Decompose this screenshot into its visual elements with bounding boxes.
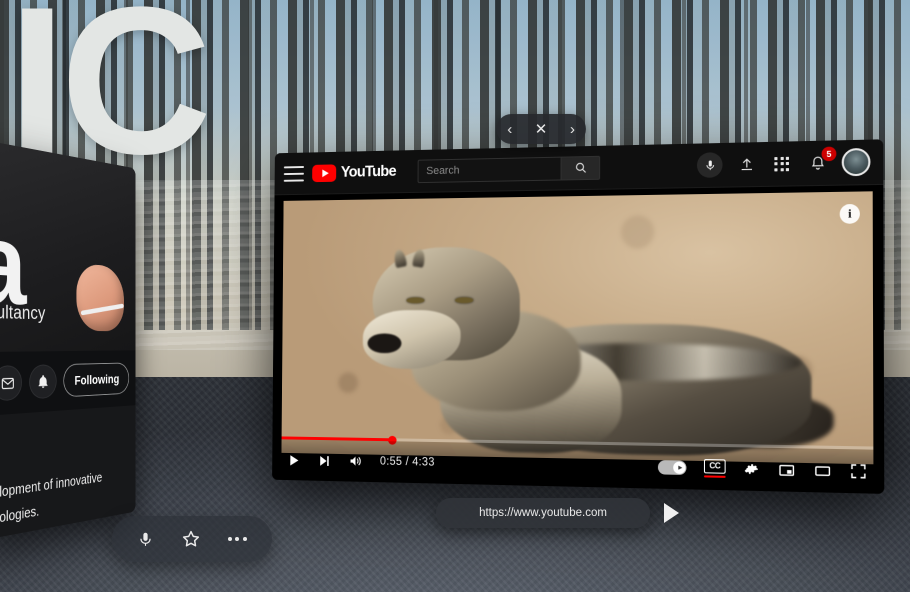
notifications-bell-icon[interactable]: 5 bbox=[806, 146, 837, 174]
captions-label: CC bbox=[703, 458, 726, 474]
left-side-panel[interactable]: a nsultancy Following elopment of innova… bbox=[0, 140, 136, 540]
youtube-brand-text: YouTube bbox=[340, 162, 397, 181]
hand-drawing-illustration bbox=[76, 263, 126, 332]
player-controls-right: CC bbox=[657, 458, 867, 481]
forward-button[interactable]: › bbox=[570, 120, 575, 137]
bottom-dock-toolbar bbox=[112, 516, 272, 562]
go-button[interactable] bbox=[664, 503, 679, 523]
wolf-eye-right bbox=[455, 296, 474, 304]
mail-icon[interactable] bbox=[0, 365, 23, 402]
back-button[interactable]: ‹ bbox=[507, 121, 512, 138]
url-input[interactable]: https://www.youtube.com bbox=[436, 498, 650, 528]
close-button[interactable]: ✕ bbox=[535, 120, 548, 137]
youtube-logo[interactable]: YouTube bbox=[312, 163, 396, 182]
panel-headline: nsultancy bbox=[0, 301, 46, 324]
volume-icon[interactable] bbox=[348, 453, 363, 469]
wolf-nose bbox=[367, 333, 402, 354]
url-bar-row: https://www.youtube.com bbox=[436, 498, 679, 528]
search-icon[interactable] bbox=[560, 155, 601, 180]
notification-badge: 5 bbox=[821, 146, 837, 161]
search-placeholder: Search bbox=[426, 164, 460, 177]
miniplayer-icon[interactable] bbox=[778, 461, 796, 479]
upload-icon[interactable] bbox=[735, 153, 758, 176]
theater-mode-icon[interactable] bbox=[814, 462, 832, 480]
hamburger-menu-icon[interactable] bbox=[283, 165, 305, 182]
wolf-eye-left bbox=[406, 296, 425, 304]
star-icon[interactable] bbox=[181, 529, 201, 549]
captions-active-indicator bbox=[703, 475, 726, 479]
play-icon[interactable] bbox=[287, 452, 301, 467]
video-player[interactable]: i bbox=[281, 191, 874, 465]
avatar[interactable] bbox=[841, 147, 871, 177]
hand-shape bbox=[76, 263, 124, 332]
microphone-icon[interactable] bbox=[137, 531, 154, 548]
wolf-ear-right bbox=[412, 248, 427, 269]
fullscreen-icon[interactable] bbox=[850, 463, 867, 480]
vr-browser-scene: IC a nsultancy Following elopment of inn… bbox=[0, 0, 910, 592]
header-actions: 5 bbox=[696, 146, 873, 179]
search-area: Search bbox=[417, 155, 601, 183]
next-track-icon[interactable] bbox=[317, 453, 331, 468]
apps-grid-icon[interactable] bbox=[770, 152, 793, 175]
autoplay-toggle[interactable] bbox=[657, 460, 687, 475]
gear-icon[interactable] bbox=[743, 461, 760, 478]
time-display: 0:55 / 4:33 bbox=[379, 455, 435, 469]
wolf-ear-left bbox=[393, 248, 408, 269]
youtube-play-icon bbox=[312, 163, 337, 182]
panel-hero-image: a nsultancy bbox=[0, 140, 136, 352]
wolf-subject bbox=[314, 225, 834, 464]
window-controls-pill: ‹ ✕ › bbox=[496, 113, 586, 145]
video-stage: i 0:55 / 4:33 CC bbox=[272, 184, 885, 494]
youtube-browser-window: YouTube Search 5 i 0:55 / 4:33 CC bbox=[272, 139, 885, 494]
search-input[interactable]: Search bbox=[417, 156, 561, 183]
captions-button[interactable]: CC bbox=[703, 458, 726, 479]
panel-body: elopment of innovative nologies. bbox=[0, 405, 135, 533]
following-button[interactable]: Following bbox=[63, 362, 130, 398]
bell-icon[interactable] bbox=[29, 364, 57, 400]
microphone-icon[interactable] bbox=[696, 152, 723, 178]
more-options-icon[interactable] bbox=[227, 537, 247, 541]
